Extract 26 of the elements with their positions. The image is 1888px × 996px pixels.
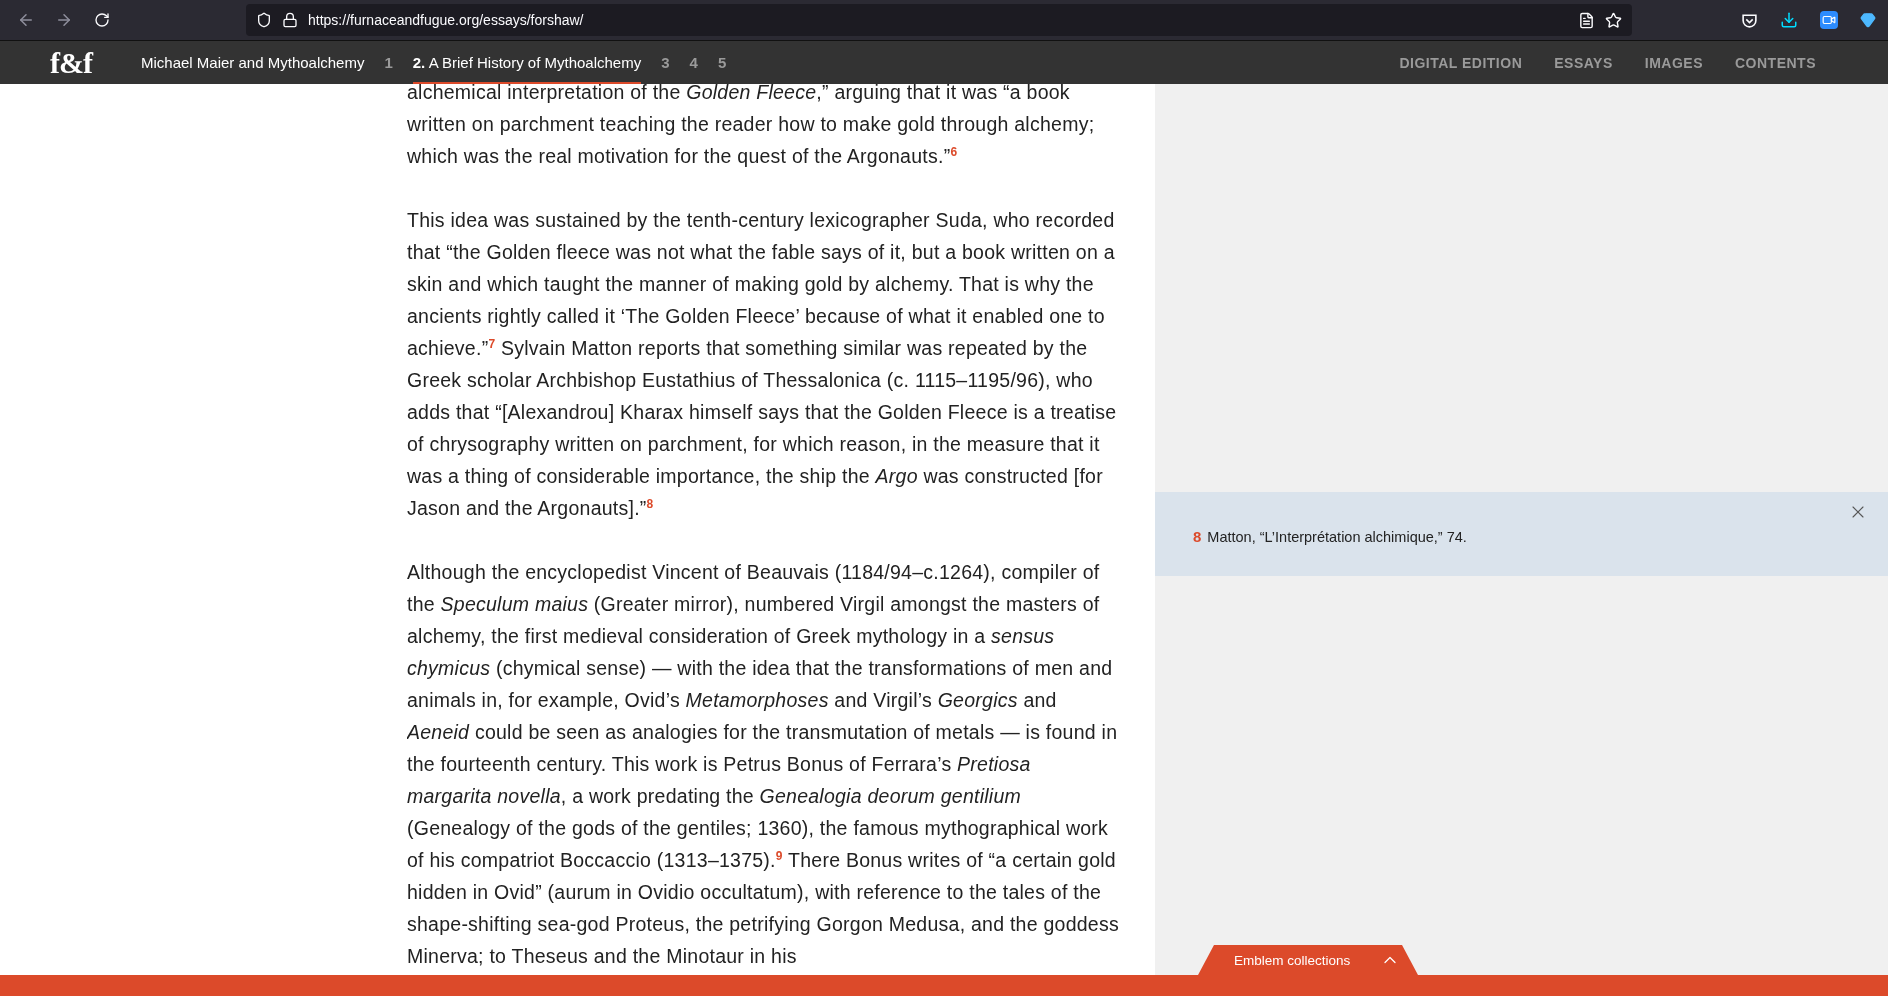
chapter-tab[interactable]: 5 <box>717 40 727 85</box>
article-paragraph: This idea was sustained by the tenth-century lexicographer Suda, who recorded that “the Golden fleece was not what the fable says of it, but a book written on a skin and which taught the manner of making gold by alchemy. That is why the ancients rightly called it ‘The Golden Fleece’ because of what it enabled one to achieve.”$^{7}$ Sylvain Matton reports that something similar was repeated by the Greek scholar Archbishop Eustathius of Thessalonica (c. 1115–1195/96), who adds that “[Alexandrou] Kharax himself says that the Golden Fleece is a treatise of chrysography written on parchment, for which reason, in the measure that it was a thing of considerable importance, the ship the Argo was constructed [for Jason and the Argonauts].”$^{8}$ <box>407 208 1118 521</box>
chapter-tab[interactable]: 4 <box>689 40 698 85</box>
footnote-number: 8 <box>1193 528 1202 545</box>
menu-link[interactable]: DIGITAL EDITION <box>1399 54 1523 71</box>
essay-title-link[interactable]: Michael Maier and Mythoalchemy <box>141 54 365 71</box>
menu-link[interactable]: CONTENTS <box>1735 54 1816 71</box>
gem-icon[interactable] <box>1860 12 1876 28</box>
article-paragraph: alchemical interpretation of the Golden Fleece,” arguing that it was “a book written on parchment teaching the reader how to make gold through alchemy; which was the real motivation for the quest of the Argonauts.”$^{6}$ <box>407 84 1096 169</box>
address-bar[interactable]: https://furnaceandfugue.org/essays/forshaw/ <box>246 4 1632 36</box>
download-icon[interactable] <box>1780 11 1798 29</box>
reader-view-icon[interactable] <box>1578 11 1595 29</box>
lock-icon <box>282 12 298 28</box>
emblem-collections-tab[interactable]: Emblem collections <box>1198 945 1418 975</box>
star-icon[interactable] <box>1605 11 1622 29</box>
footnote-text: Matton, “L’Interprétation alchimique,” 74. <box>1207 529 1467 545</box>
chapter-tab[interactable]: 3 <box>661 40 670 85</box>
chapter-tab[interactable]: 1 <box>384 40 393 85</box>
forward-arrow-icon <box>55 11 73 29</box>
menu-link[interactable]: IMAGES <box>1644 54 1703 71</box>
reload-icon <box>94 12 110 28</box>
site-logo[interactable]: f&f <box>50 45 141 80</box>
pocket-icon[interactable] <box>1741 11 1758 29</box>
video-icon[interactable] <box>1820 11 1838 29</box>
menu-link[interactable]: ESSAYS <box>1554 54 1613 71</box>
shield-icon <box>256 12 272 28</box>
